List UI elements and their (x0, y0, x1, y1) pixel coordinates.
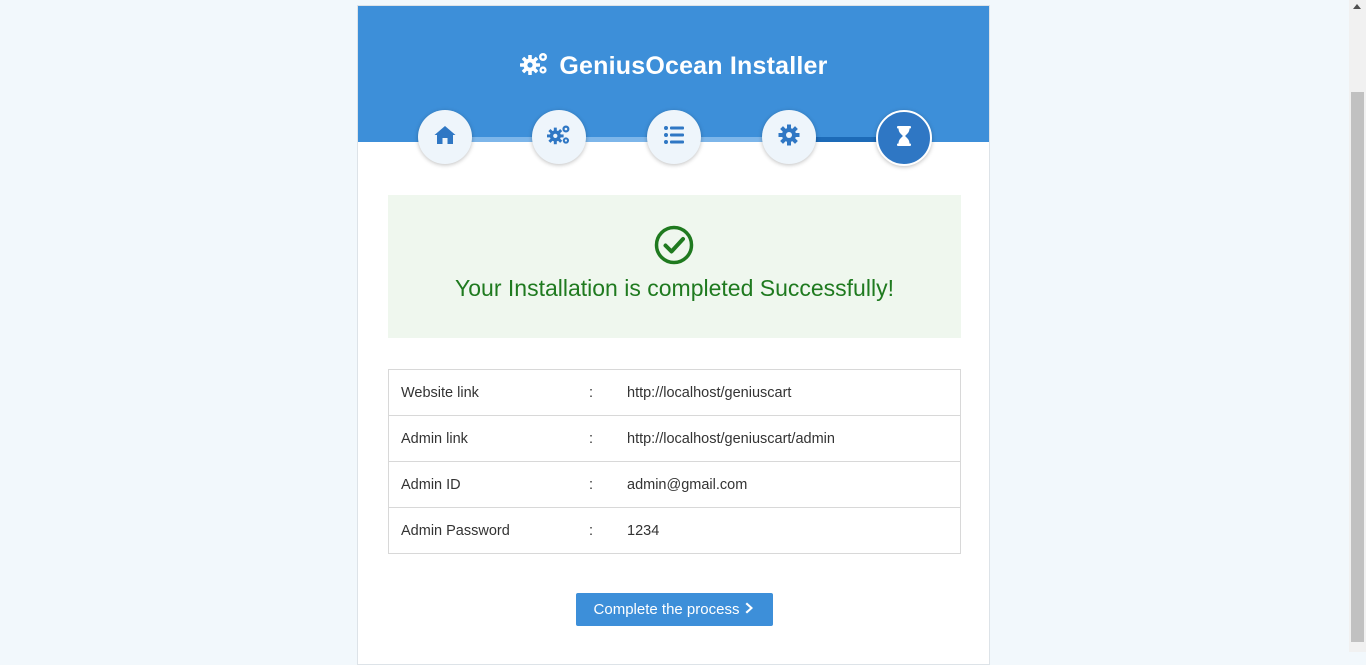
gear-icon (777, 123, 801, 152)
check-circle-icon (654, 225, 694, 265)
gears-icon (547, 123, 571, 152)
hourglass-icon (892, 124, 916, 153)
install-details-table: Website link : http://localhost/geniusca… (388, 369, 961, 554)
step-configure[interactable] (762, 110, 816, 164)
detail-value: admin@gmail.com (627, 461, 961, 508)
success-message: Your Installation is completed Successfu… (455, 275, 894, 301)
table-row: Admin link : http://localhost/geniuscart… (388, 415, 961, 462)
step-list[interactable] (647, 110, 701, 164)
installer-card: GeniusOcean Installer Your Installation … (357, 5, 990, 665)
step-home[interactable] (418, 110, 472, 164)
step-settings[interactable] (532, 110, 586, 164)
progress-line-done (444, 137, 816, 142)
scrollbar-thumb[interactable] (1351, 92, 1364, 642)
installer-title: GeniusOcean Installer (358, 50, 989, 83)
success-panel: Your Installation is completed Successfu… (388, 195, 961, 338)
detail-separator: : (589, 461, 627, 508)
chevron-right-icon (745, 601, 755, 618)
list-icon (662, 123, 686, 152)
gears-icon (519, 50, 549, 83)
table-row: Admin ID : admin@gmail.com (388, 461, 961, 508)
detail-value: http://localhost/geniuscart (627, 369, 961, 416)
installer-title-text: GeniusOcean Installer (559, 52, 828, 80)
detail-separator: : (589, 369, 627, 416)
detail-separator: : (589, 507, 627, 554)
home-icon (433, 123, 457, 152)
detail-value: 1234 (627, 507, 961, 554)
detail-label: Website link (388, 369, 589, 416)
table-row: Website link : http://localhost/geniusca… (388, 369, 961, 416)
detail-label: Admin ID (388, 461, 589, 508)
scroll-up-arrow-icon[interactable] (1353, 4, 1361, 9)
table-row: Admin Password : 1234 (388, 507, 961, 554)
detail-label: Admin Password (388, 507, 589, 554)
vertical-scrollbar[interactable] (1349, 0, 1366, 652)
detail-value: http://localhost/geniuscart/admin (627, 415, 961, 462)
detail-separator: : (589, 415, 627, 462)
step-finish[interactable] (876, 110, 932, 166)
complete-process-label: Complete the process (593, 601, 740, 618)
detail-label: Admin link (388, 415, 589, 462)
complete-process-button[interactable]: Complete the process (576, 593, 773, 626)
